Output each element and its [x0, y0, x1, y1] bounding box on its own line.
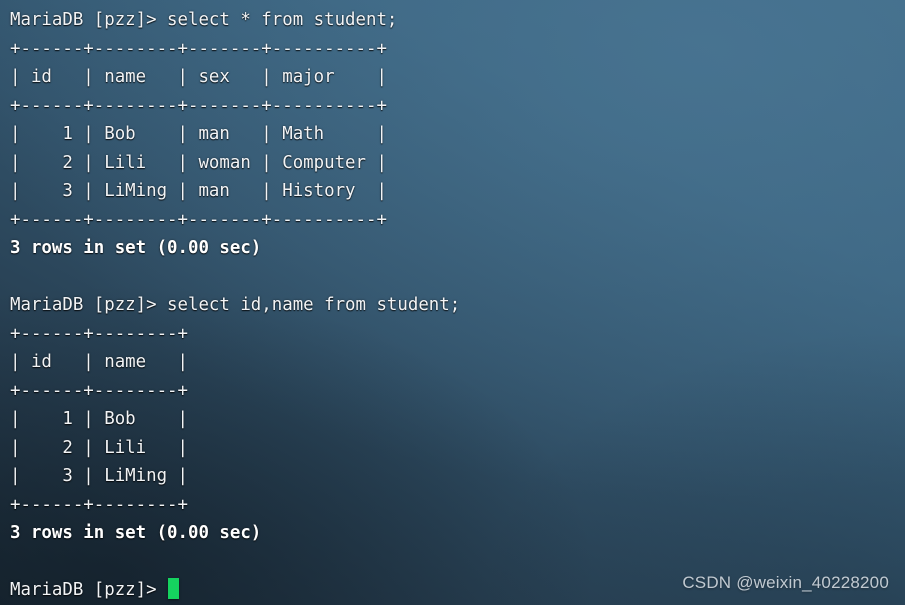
terminal-line: | 3 | LiMing | man | History | [10, 181, 387, 201]
terminal-window[interactable]: MariaDB [pzz]> select * from student; +-… [0, 0, 905, 605]
terminal-line: | id | name | sex | major | [10, 67, 387, 87]
terminal-line: | 2 | Lili | woman | Computer | [10, 152, 387, 173]
terminal-line: | 1 | Bob | [10, 409, 188, 429]
text-cursor[interactable] [168, 578, 180, 599]
terminal-line: +------+--------+ [10, 380, 188, 401]
prompt-label: MariaDB [pzz]> [10, 580, 168, 600]
terminal-line: 3 rows in set (0.00 sec) [10, 238, 262, 258]
terminal-line: MariaDB [pzz]> select id,name from stude… [10, 295, 461, 315]
terminal-line: +------+--------+-------+----------+ [10, 38, 387, 59]
terminal-line: | id | name | [10, 352, 188, 372]
watermark-label: CSDN @weixin_40228200 [682, 573, 889, 592]
terminal-line: +------+--------+-------+----------+ [10, 95, 387, 116]
terminal-line: MariaDB [pzz]> select * from student; [10, 10, 398, 30]
terminal-output: MariaDB [pzz]> select * from student; +-… [10, 6, 900, 605]
terminal-line: 3 rows in set (0.00 sec) [10, 523, 262, 543]
terminal-line: +------+--------+ [10, 323, 188, 344]
terminal-line: +------+--------+ [10, 494, 188, 515]
terminal-line: | 3 | LiMing | [10, 466, 188, 486]
terminal-line: | 2 | Lili | [10, 437, 188, 458]
terminal-line: | 1 | Bob | man | Math | [10, 124, 387, 144]
terminal-line: +------+--------+-------+----------+ [10, 209, 387, 230]
